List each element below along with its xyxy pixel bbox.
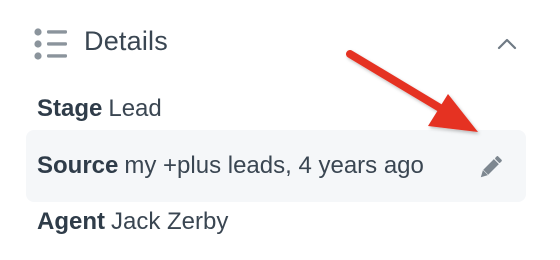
details-panel: Details Stage Lead Source my +plus leads, … (0, 0, 560, 260)
field-label-source: Source (37, 152, 119, 179)
field-row-agent: Agent Jack Zerby (26, 188, 526, 260)
field-label-stage: Stage (37, 95, 103, 122)
field-label-agent: Agent (37, 208, 105, 235)
list-icon (34, 28, 67, 60)
field-value-agent: Jack Zerby (111, 208, 229, 235)
details-title: Details (84, 26, 168, 56)
pencil-icon[interactable] (477, 155, 503, 181)
field-value-source: my +plus leads, 4 years ago (124, 152, 424, 179)
field-value-stage: Lead (108, 95, 162, 122)
annotation-arrow-icon (346, 50, 478, 132)
